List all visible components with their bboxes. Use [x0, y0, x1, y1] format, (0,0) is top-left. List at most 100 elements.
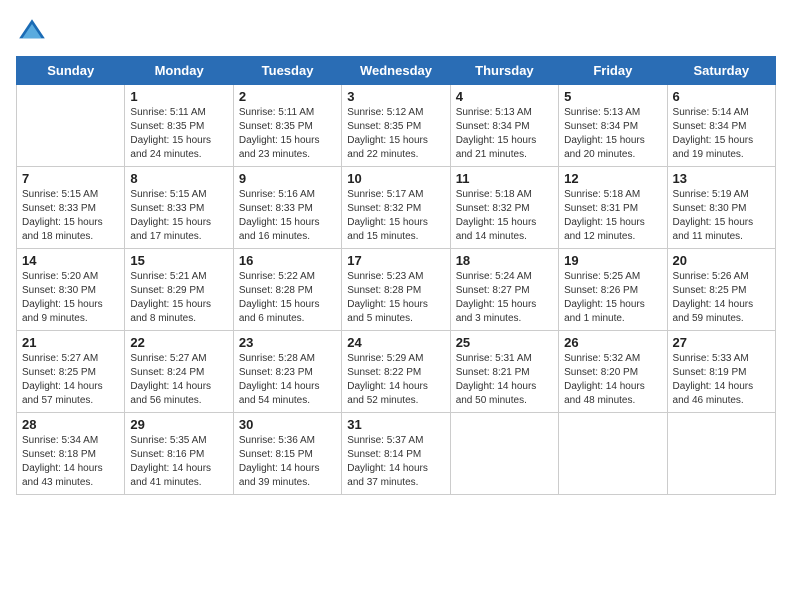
day-info: Sunrise: 5:19 AM Sunset: 8:30 PM Dayligh… [673, 188, 770, 244]
day-of-week-header: Monday [125, 57, 233, 85]
day-of-week-header: Wednesday [342, 57, 450, 85]
day-info: Sunrise: 5:26 AM Sunset: 8:25 PM Dayligh… [673, 270, 770, 326]
day-of-week-header: Saturday [667, 57, 775, 85]
day-number: 28 [22, 417, 119, 432]
calendar-cell [450, 413, 558, 495]
calendar-cell: 28Sunrise: 5:34 AM Sunset: 8:18 PM Dayli… [17, 413, 125, 495]
calendar-week-row: 28Sunrise: 5:34 AM Sunset: 8:18 PM Dayli… [17, 413, 776, 495]
day-info: Sunrise: 5:27 AM Sunset: 8:24 PM Dayligh… [130, 352, 227, 408]
calendar-cell: 29 Sunrise: 5:35 AM Sunset: 8:16 PM Dayli… [125, 413, 233, 495]
day-number: 30 [239, 417, 336, 432]
calendar-cell [17, 85, 125, 167]
day-number: 1 [130, 89, 227, 104]
day-number: 12 [564, 171, 661, 186]
day-info: Sunrise: 5:24 AM Sunset: 8:27 PM Dayligh… [456, 270, 553, 326]
day-info: Sunrise: 5:21 AM Sunset: 8:29 PM Dayligh… [130, 270, 227, 326]
day-info: Sunrise: 5:12 AM Sunset: 8:35 PM Dayligh… [347, 106, 444, 162]
day-info: Sunrise: 5:23 AM Sunset: 8:28 PM Dayligh… [347, 270, 444, 326]
day-number: 14 [22, 253, 119, 268]
calendar-week-row: 1 Sunrise: 5:11 AM Sunset: 8:35 PM Daylig… [17, 85, 776, 167]
day-info: Sunrise: 5:20 AM Sunset: 8:30 PM Dayligh… [22, 270, 119, 326]
day-number: 22 [130, 335, 227, 350]
calendar-cell: 12 Sunrise: 5:18 AM Sunset: 8:31 PM Dayli… [559, 167, 667, 249]
page-header [16, 16, 776, 48]
day-info: Sunrise: 5:16 AM Sunset: 8:33 PM Dayligh… [239, 188, 336, 244]
calendar-cell: 7Sunrise: 5:15 AM Sunset: 8:33 PM Daylig… [17, 167, 125, 249]
calendar-cell: 10 Sunrise: 5:17 AM Sunset: 8:32 PM Dayli… [342, 167, 450, 249]
calendar-cell: 25 Sunrise: 5:31 AM Sunset: 8:21 PM Dayli… [450, 331, 558, 413]
calendar-cell: 31 Sunrise: 5:37 AM Sunset: 8:14 PM Dayli… [342, 413, 450, 495]
calendar-cell: 2 Sunrise: 5:11 AM Sunset: 8:35 PM Daylig… [233, 85, 341, 167]
day-info: Sunrise: 5:27 AM Sunset: 8:25 PM Dayligh… [22, 352, 119, 408]
day-number: 16 [239, 253, 336, 268]
day-number: 7 [22, 171, 119, 186]
day-of-week-header: Sunday [17, 57, 125, 85]
calendar-cell: 30 Sunrise: 5:36 AM Sunset: 8:15 PM Dayli… [233, 413, 341, 495]
calendar-cell: 4Sunrise: 5:13 AM Sunset: 8:34 PM Daylig… [450, 85, 558, 167]
day-number: 9 [239, 171, 336, 186]
day-of-week-header: Thursday [450, 57, 558, 85]
day-info: Sunrise: 5:25 AM Sunset: 8:26 PM Dayligh… [564, 270, 661, 326]
day-info: Sunrise: 5:18 AM Sunset: 8:32 PM Dayligh… [456, 188, 553, 244]
calendar-cell: 9 Sunrise: 5:16 AM Sunset: 8:33 PM Daylig… [233, 167, 341, 249]
day-number: 5 [564, 89, 661, 104]
day-info: Sunrise: 5:13 AM Sunset: 8:34 PM Dayligh… [564, 106, 661, 162]
day-number: 15 [130, 253, 227, 268]
calendar-cell: 26Sunrise: 5:32 AM Sunset: 8:20 PM Dayli… [559, 331, 667, 413]
calendar-cell: 23 Sunrise: 5:28 AM Sunset: 8:23 PM Dayli… [233, 331, 341, 413]
day-number: 3 [347, 89, 444, 104]
day-number: 21 [22, 335, 119, 350]
day-number: 13 [673, 171, 770, 186]
day-number: 8 [130, 171, 227, 186]
day-info: Sunrise: 5:33 AM Sunset: 8:19 PM Dayligh… [673, 352, 770, 408]
day-info: Sunrise: 5:28 AM Sunset: 8:23 PM Dayligh… [239, 352, 336, 408]
calendar-cell: 3 Sunrise: 5:12 AM Sunset: 8:35 PM Daylig… [342, 85, 450, 167]
day-number: 27 [673, 335, 770, 350]
day-info: Sunrise: 5:36 AM Sunset: 8:15 PM Dayligh… [239, 434, 336, 490]
calendar-cell: 22 Sunrise: 5:27 AM Sunset: 8:24 PM Dayli… [125, 331, 233, 413]
day-info: Sunrise: 5:35 AM Sunset: 8:16 PM Dayligh… [130, 434, 227, 490]
calendar-week-row: 21 Sunrise: 5:27 AM Sunset: 8:25 PM Dayli… [17, 331, 776, 413]
day-of-week-header: Friday [559, 57, 667, 85]
calendar-week-row: 7Sunrise: 5:15 AM Sunset: 8:33 PM Daylig… [17, 167, 776, 249]
calendar-cell [667, 413, 775, 495]
calendar-header-row: SundayMondayTuesdayWednesdayThursdayFrid… [17, 57, 776, 85]
day-of-week-header: Tuesday [233, 57, 341, 85]
calendar-table: SundayMondayTuesdayWednesdayThursdayFrid… [16, 56, 776, 495]
day-number: 29 [130, 417, 227, 432]
day-info: Sunrise: 5:22 AM Sunset: 8:28 PM Dayligh… [239, 270, 336, 326]
calendar-cell: 21 Sunrise: 5:27 AM Sunset: 8:25 PM Dayli… [17, 331, 125, 413]
calendar-cell: 13 Sunrise: 5:19 AM Sunset: 8:30 PM Dayli… [667, 167, 775, 249]
day-number: 19 [564, 253, 661, 268]
calendar-cell: 17 Sunrise: 5:23 AM Sunset: 8:28 PM Dayli… [342, 249, 450, 331]
day-info: Sunrise: 5:18 AM Sunset: 8:31 PM Dayligh… [564, 188, 661, 244]
day-number: 18 [456, 253, 553, 268]
day-number: 2 [239, 89, 336, 104]
day-number: 4 [456, 89, 553, 104]
calendar-week-row: 14 Sunrise: 5:20 AM Sunset: 8:30 PM Dayli… [17, 249, 776, 331]
calendar-cell: 15 Sunrise: 5:21 AM Sunset: 8:29 PM Dayli… [125, 249, 233, 331]
day-info: Sunrise: 5:37 AM Sunset: 8:14 PM Dayligh… [347, 434, 444, 490]
calendar-cell: 14 Sunrise: 5:20 AM Sunset: 8:30 PM Dayli… [17, 249, 125, 331]
day-info: Sunrise: 5:31 AM Sunset: 8:21 PM Dayligh… [456, 352, 553, 408]
calendar-cell: 16 Sunrise: 5:22 AM Sunset: 8:28 PM Dayli… [233, 249, 341, 331]
day-info: Sunrise: 5:14 AM Sunset: 8:34 PM Dayligh… [673, 106, 770, 162]
day-info: Sunrise: 5:11 AM Sunset: 8:35 PM Dayligh… [239, 106, 336, 162]
calendar-cell: 20 Sunrise: 5:26 AM Sunset: 8:25 PM Dayli… [667, 249, 775, 331]
day-number: 20 [673, 253, 770, 268]
calendar-cell [559, 413, 667, 495]
calendar-cell: 5 Sunrise: 5:13 AM Sunset: 8:34 PM Daylig… [559, 85, 667, 167]
calendar-cell: 1 Sunrise: 5:11 AM Sunset: 8:35 PM Daylig… [125, 85, 233, 167]
day-number: 23 [239, 335, 336, 350]
day-number: 25 [456, 335, 553, 350]
day-number: 10 [347, 171, 444, 186]
calendar-cell: 24Sunrise: 5:29 AM Sunset: 8:22 PM Dayli… [342, 331, 450, 413]
day-info: Sunrise: 5:17 AM Sunset: 8:32 PM Dayligh… [347, 188, 444, 244]
day-number: 31 [347, 417, 444, 432]
day-number: 11 [456, 171, 553, 186]
day-info: Sunrise: 5:32 AM Sunset: 8:20 PM Dayligh… [564, 352, 661, 408]
day-info: Sunrise: 5:11 AM Sunset: 8:35 PM Dayligh… [130, 106, 227, 162]
calendar-cell: 8Sunrise: 5:15 AM Sunset: 8:33 PM Daylig… [125, 167, 233, 249]
day-number: 17 [347, 253, 444, 268]
calendar-cell: 19 Sunrise: 5:25 AM Sunset: 8:26 PM Dayli… [559, 249, 667, 331]
